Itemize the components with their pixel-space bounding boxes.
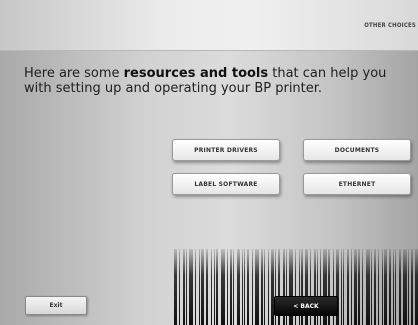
resources-screen: OTHER CHOICES Here are some resources an… [0,0,418,325]
printer-drivers-button[interactable]: PRINTER DRIVERS [172,139,280,161]
intro-text-start: Here are some [24,66,124,81]
exit-button[interactable]: Exit [25,296,87,315]
label-software-button[interactable]: LABEL SOFTWARE [172,173,280,195]
documents-button[interactable]: DOCUMENTS [303,139,411,161]
back-button[interactable]: < BACK [274,296,338,316]
other-choices-link[interactable]: OTHER CHOICES [364,22,416,29]
ethernet-button[interactable]: ETHERNET [303,173,411,195]
header-band: OTHER CHOICES [0,0,418,51]
intro-text: Here are some resources and tools that c… [24,66,414,96]
intro-text-emphasis: resources and tools [123,66,269,81]
